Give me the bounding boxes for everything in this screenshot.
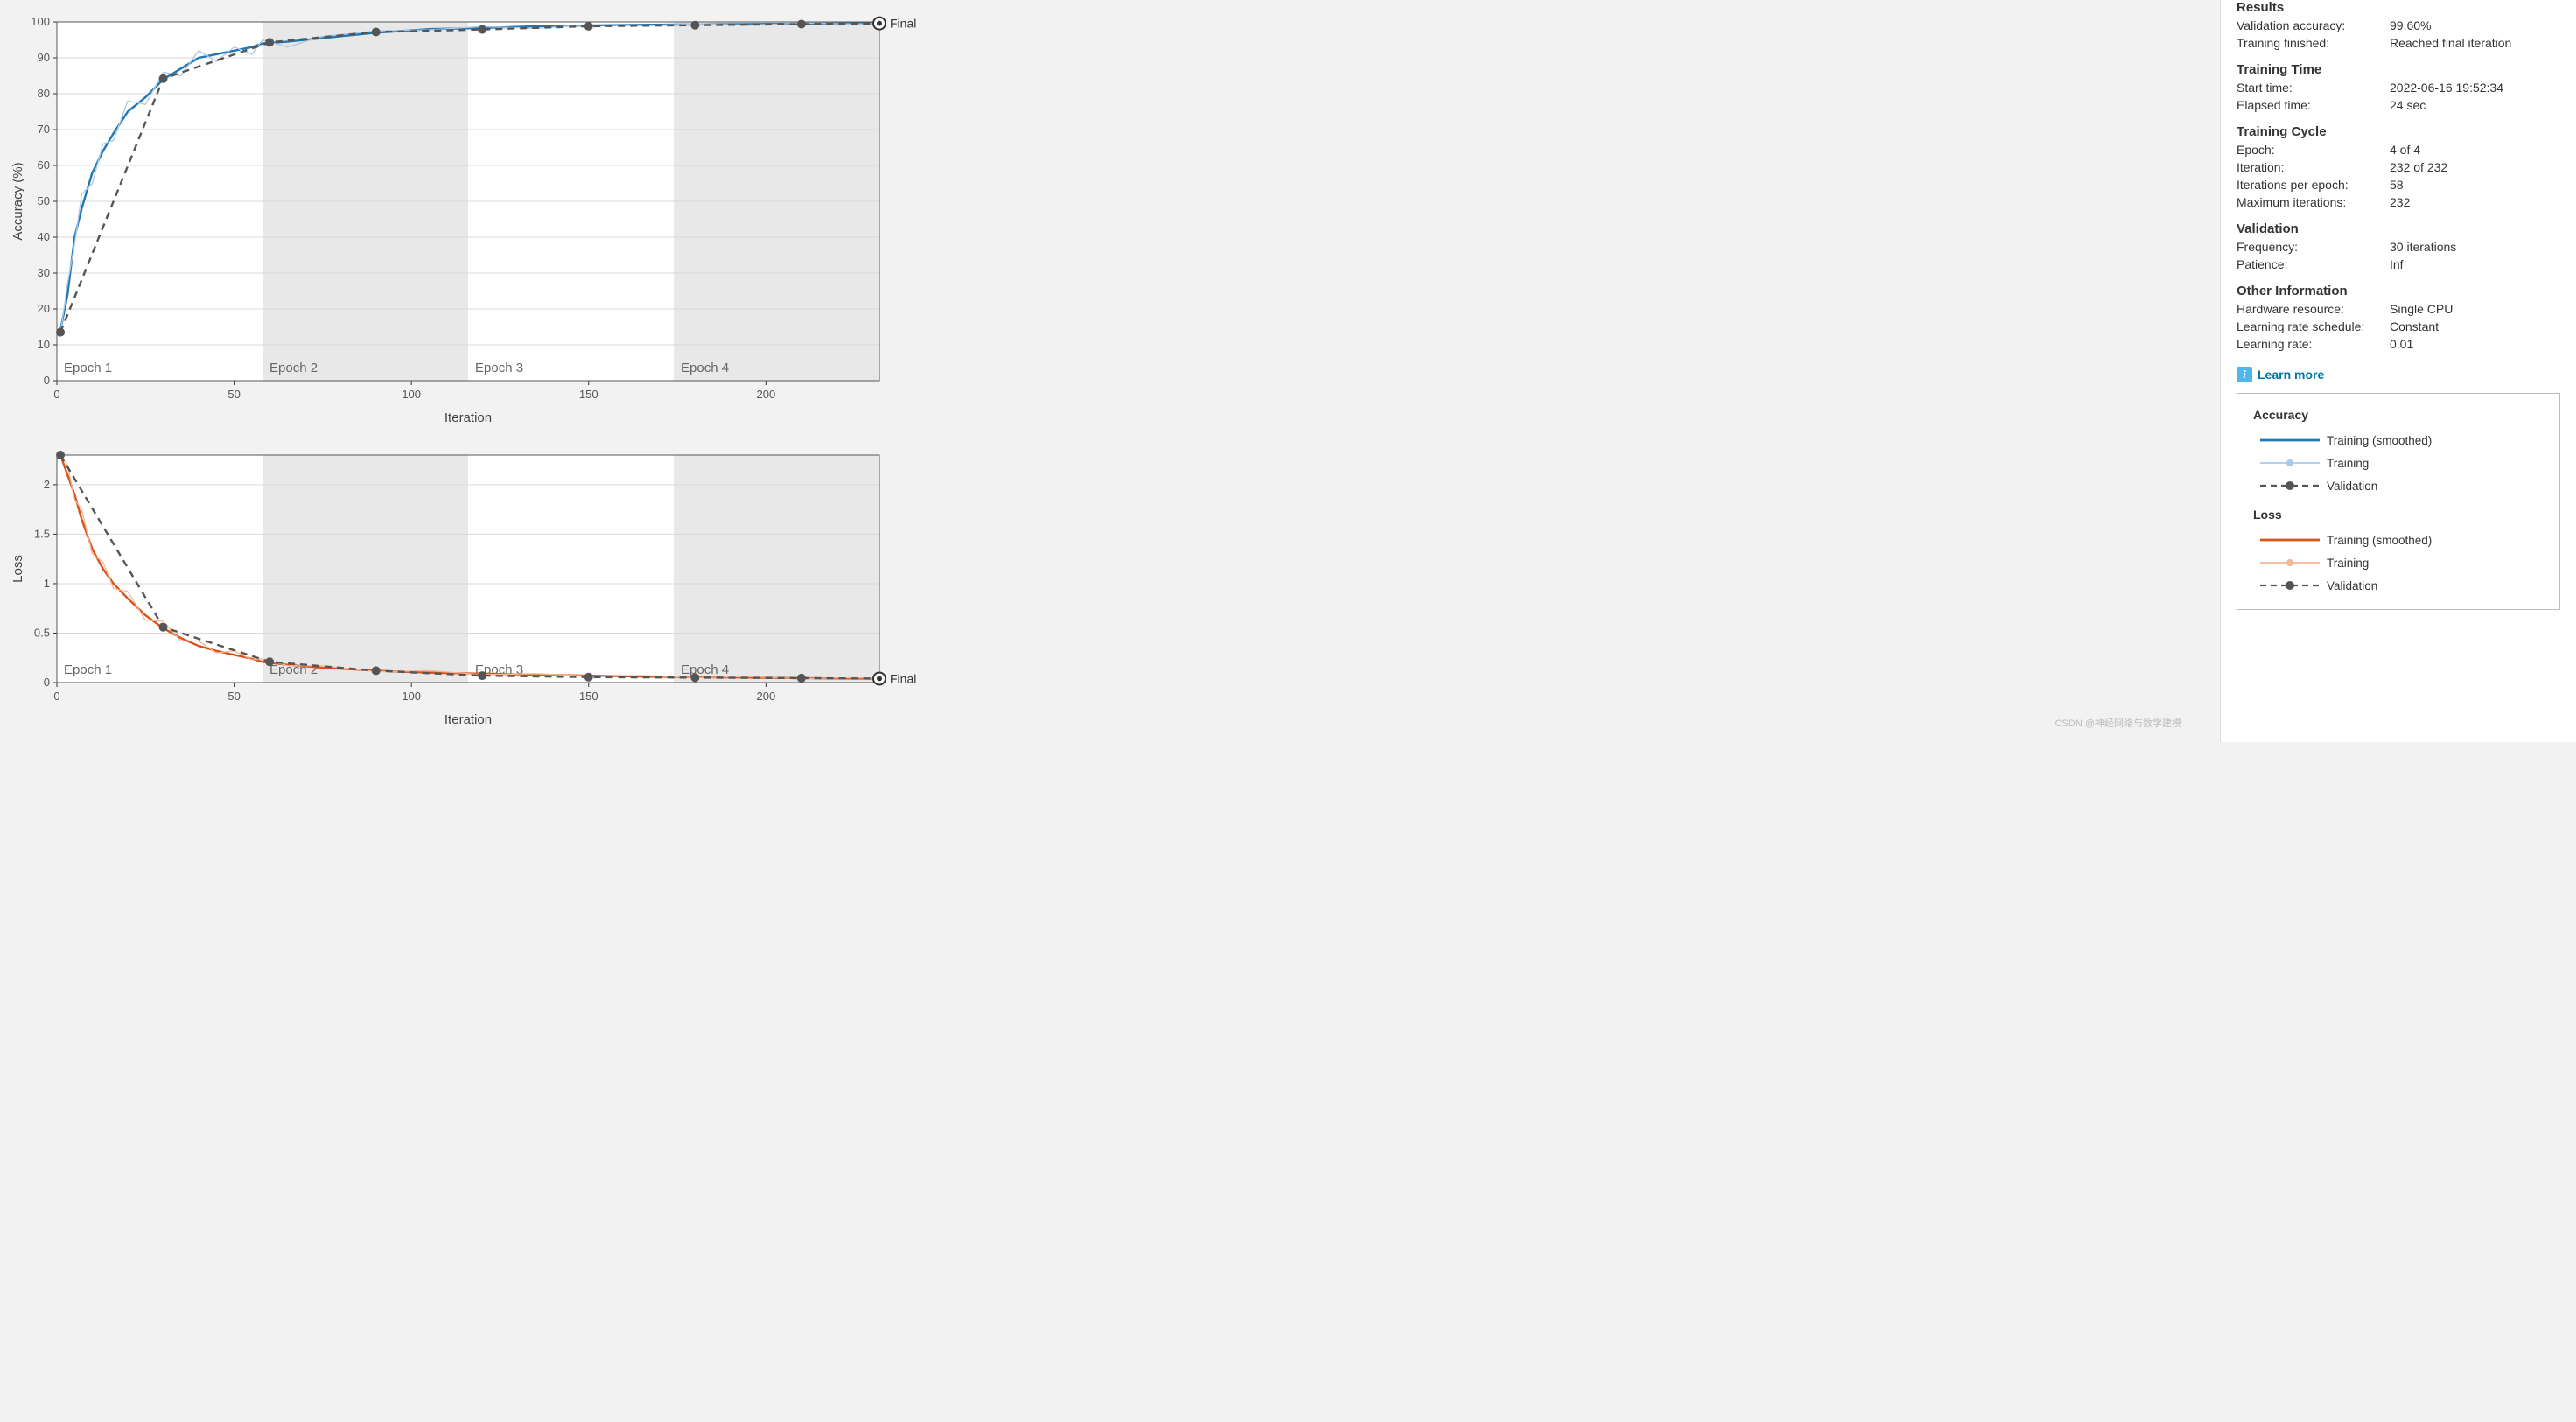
lrs-value: Constant [2390,319,2439,333]
svg-text:0: 0 [53,388,60,401]
svg-text:Final: Final [890,671,916,685]
svg-text:0: 0 [44,374,50,387]
learn-more-label: Learn more [2258,368,2324,382]
start-time-label: Start time: [2236,81,2390,95]
learn-more-link[interactable]: i Learn more [2236,367,2560,382]
lr-label: Learning rate: [2236,337,2390,351]
hw-label: Hardware resource: [2236,302,2390,316]
svg-text:40: 40 [38,230,50,243]
info-icon: i [2236,367,2252,382]
val-acc-label: Validation accuracy: [2236,18,2390,32]
legend-accuracy-title: Accuracy [2253,408,2544,422]
svg-text:100: 100 [402,690,421,703]
time-title: Training Time [2236,62,2560,77]
svg-text:10: 10 [38,338,50,351]
svg-text:150: 150 [579,388,598,401]
legend-val-acc-label: Validation [2327,480,2377,493]
legend-box: Accuracy Training (smoothed) Training Va… [2236,393,2560,610]
svg-text:Iteration: Iteration [444,712,492,727]
legend-val-acc-swatch [2253,477,2327,494]
svg-text:200: 200 [756,690,775,703]
val-acc-value: 99.60% [2390,18,2431,32]
svg-text:80: 80 [38,87,50,100]
svg-text:1.5: 1.5 [34,527,50,540]
legend-train-loss-label: Training [2327,557,2369,570]
hw-value: Single CPU [2390,302,2453,316]
svg-text:Final: Final [890,17,916,31]
validation-title: Validation [2236,221,2560,236]
accuracy-chart: 0 10 20 30 40 50 60 70 80 90 100 0 50 100 150 200 Epoch … [9,9,2202,431]
legend-train-loss-swatch [2253,554,2327,571]
lr-value: 0.01 [2390,337,2413,351]
elapsed-label: Elapsed time: [2236,98,2390,112]
svg-text:Epoch 2: Epoch 2 [270,361,318,375]
svg-text:Epoch 4: Epoch 4 [681,662,729,677]
legend-train-acc-label: Training [2327,457,2369,470]
svg-text:60: 60 [38,158,50,172]
legend-train-smooth-acc-label: Training (smoothed) [2327,434,2432,447]
svg-text:30: 30 [38,266,50,279]
results-title: Results [2236,0,2560,15]
legend-val-loss-label: Validation [2327,579,2377,592]
legend-train-smooth-loss-swatch [2253,531,2327,549]
info-panel: Results Validation accuracy:99.60% Train… [2220,0,2576,742]
ipe-label: Iterations per epoch: [2236,178,2390,192]
svg-text:Epoch 1: Epoch 1 [64,361,112,375]
legend-train-acc-swatch [2253,454,2327,472]
svg-text:Iteration: Iteration [444,410,492,425]
svg-text:20: 20 [38,302,50,315]
maxiter-value: 232 [2390,195,2410,209]
loss-chart: 00.511.52050100150200Epoch 1Epoch 2Epoch… [9,442,2202,733]
other-title: Other Information [2236,284,2560,298]
svg-text:200: 200 [756,388,775,401]
legend-val-loss-swatch [2253,577,2327,594]
iter-value: 232 of 232 [2390,160,2447,174]
svg-text:0: 0 [53,690,60,703]
freq-label: Frequency: [2236,240,2390,254]
svg-text:Epoch 4: Epoch 4 [681,361,729,375]
svg-text:Accuracy (%): Accuracy (%) [10,162,25,240]
finished-label: Training finished: [2236,36,2390,50]
svg-text:50: 50 [228,690,240,703]
lrs-label: Learning rate schedule: [2236,319,2390,333]
svg-text:Epoch 1: Epoch 1 [64,662,112,677]
elapsed-value: 24 sec [2390,98,2426,112]
start-time-value: 2022-06-16 19:52:34 [2390,81,2503,95]
svg-text:Epoch 3: Epoch 3 [475,361,523,375]
svg-text:100: 100 [31,15,50,28]
patience-value: Inf [2390,257,2404,271]
svg-text:50: 50 [38,194,50,207]
svg-text:2: 2 [44,478,50,491]
freq-value: 30 iterations [2390,240,2456,254]
legend-train-smooth-loss-label: Training (smoothed) [2327,534,2432,547]
svg-text:90: 90 [38,51,50,64]
legend-loss-title: Loss [2253,508,2544,522]
svg-text:100: 100 [402,388,421,401]
svg-text:0: 0 [44,676,50,689]
svg-text:50: 50 [228,388,240,401]
svg-text:0.5: 0.5 [34,626,50,639]
maxiter-label: Maximum iterations: [2236,195,2390,209]
ipe-value: 58 [2390,178,2404,192]
watermark: CSDN @神经网络与数学建模 [2055,716,2181,730]
epoch-label: Epoch: [2236,143,2390,157]
patience-label: Patience: [2236,257,2390,271]
svg-text:70: 70 [38,123,50,136]
legend-train-smooth-acc-swatch [2253,431,2327,449]
finished-value: Reached final iteration [2390,36,2511,50]
iter-label: Iteration: [2236,160,2390,174]
svg-text:Loss: Loss [10,555,25,583]
cycle-title: Training Cycle [2236,124,2560,139]
svg-text:150: 150 [579,690,598,703]
epoch-value: 4 of 4 [2390,143,2420,157]
svg-text:1: 1 [44,577,50,590]
